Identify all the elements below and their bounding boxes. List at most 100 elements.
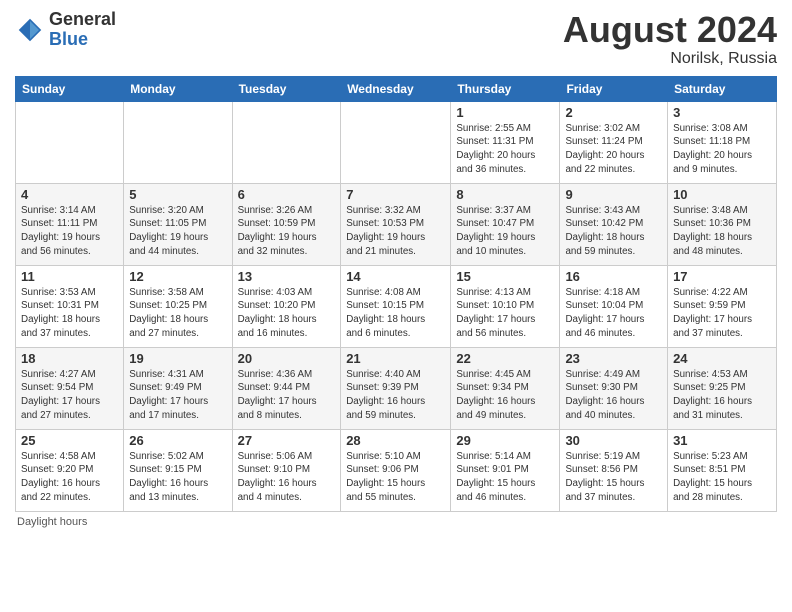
day-info: Sunrise: 3:32 AM Sunset: 10:53 PM Daylig…	[346, 204, 445, 259]
calendar-cell: 16 Sunrise: 4:18 AM Sunset: 10:04 PM Dayl…	[560, 265, 668, 347]
day-number: 13	[238, 269, 336, 284]
calendar-cell: 25 Sunrise: 4:58 AM Sunset: 9:20 PM Dayli…	[16, 429, 124, 511]
day-info: Sunrise: 4:40 AM Sunset: 9:39 PM Dayligh…	[346, 368, 445, 423]
day-info: Sunrise: 3:20 AM Sunset: 11:05 PM Daylig…	[129, 204, 226, 259]
logo: General Blue	[15, 10, 116, 50]
month-year: August 2024	[563, 10, 777, 50]
day-number: 2	[565, 105, 662, 120]
day-number: 14	[346, 269, 445, 284]
day-number: 25	[21, 433, 118, 448]
calendar-cell: 14 Sunrise: 4:08 AM Sunset: 10:15 PM Dayl…	[341, 265, 451, 347]
day-info: Sunrise: 3:08 AM Sunset: 11:18 PM Daylig…	[673, 122, 771, 177]
day-number: 26	[129, 433, 226, 448]
calendar-cell: 5 Sunrise: 3:20 AM Sunset: 11:05 PM Dayli…	[124, 183, 232, 265]
day-number: 5	[129, 187, 226, 202]
day-info: Sunrise: 4:08 AM Sunset: 10:15 PM Daylig…	[346, 286, 445, 341]
calendar-cell: 8 Sunrise: 3:37 AM Sunset: 10:47 PM Dayli…	[451, 183, 560, 265]
day-info: Sunrise: 3:43 AM Sunset: 10:42 PM Daylig…	[565, 204, 662, 259]
day-info: Sunrise: 4:49 AM Sunset: 9:30 PM Dayligh…	[565, 368, 662, 423]
day-info: Sunrise: 4:58 AM Sunset: 9:20 PM Dayligh…	[21, 450, 118, 505]
day-number: 24	[673, 351, 771, 366]
day-number: 9	[565, 187, 662, 202]
day-number: 8	[456, 187, 554, 202]
calendar-cell: 12 Sunrise: 3:58 AM Sunset: 10:25 PM Dayl…	[124, 265, 232, 347]
calendar-cell: 17Sunrise: 4:22 AM Sunset: 9:59 PM Dayli…	[668, 265, 777, 347]
logo-blue: Blue	[49, 30, 116, 50]
calendar-cell: 29Sunrise: 5:14 AM Sunset: 9:01 PM Dayli…	[451, 429, 560, 511]
day-info: Sunrise: 2:55 AM Sunset: 11:31 PM Daylig…	[456, 122, 554, 177]
location: Norilsk, Russia	[563, 50, 777, 68]
day-number: 7	[346, 187, 445, 202]
day-info: Sunrise: 5:02 AM Sunset: 9:15 PM Dayligh…	[129, 450, 226, 505]
day-number: 10	[673, 187, 771, 202]
day-info: Sunrise: 3:58 AM Sunset: 10:25 PM Daylig…	[129, 286, 226, 341]
calendar-cell: 30Sunrise: 5:19 AM Sunset: 8:56 PM Dayli…	[560, 429, 668, 511]
calendar-header-sunday: Sunday	[16, 76, 124, 101]
calendar-cell: 19 Sunrise: 4:31 AM Sunset: 9:49 PM Dayli…	[124, 347, 232, 429]
calendar-cell	[232, 101, 341, 183]
day-info: Sunrise: 5:06 AM Sunset: 9:10 PM Dayligh…	[238, 450, 336, 505]
calendar-cell: 7 Sunrise: 3:32 AM Sunset: 10:53 PM Dayli…	[341, 183, 451, 265]
calendar-week-row: 25 Sunrise: 4:58 AM Sunset: 9:20 PM Dayli…	[16, 429, 777, 511]
calendar-cell: 1Sunrise: 2:55 AM Sunset: 11:31 PM Dayli…	[451, 101, 560, 183]
calendar-cell: 2 Sunrise: 3:02 AM Sunset: 11:24 PM Dayli…	[560, 101, 668, 183]
day-number: 30	[565, 433, 662, 448]
calendar-cell: 15 Sunrise: 4:13 AM Sunset: 10:10 PM Dayl…	[451, 265, 560, 347]
calendar-cell: 23Sunrise: 4:49 AM Sunset: 9:30 PM Dayli…	[560, 347, 668, 429]
calendar-header-friday: Friday	[560, 76, 668, 101]
calendar-cell	[124, 101, 232, 183]
day-number: 22	[456, 351, 554, 366]
footer-note: Daylight hours	[15, 516, 777, 528]
day-number: 27	[238, 433, 336, 448]
calendar-header-thursday: Thursday	[451, 76, 560, 101]
day-info: Sunrise: 4:36 AM Sunset: 9:44 PM Dayligh…	[238, 368, 336, 423]
day-info: Sunrise: 3:02 AM Sunset: 11:24 PM Daylig…	[565, 122, 662, 177]
day-info: Sunrise: 5:23 AM Sunset: 8:51 PM Dayligh…	[673, 450, 771, 505]
title-block: August 2024 Norilsk, Russia	[563, 10, 777, 68]
logo-icon	[15, 15, 45, 45]
day-info: Sunrise: 3:48 AM Sunset: 10:36 PM Daylig…	[673, 204, 771, 259]
calendar-cell: 27 Sunrise: 5:06 AM Sunset: 9:10 PM Dayli…	[232, 429, 341, 511]
day-info: Sunrise: 3:37 AM Sunset: 10:47 PM Daylig…	[456, 204, 554, 259]
calendar-cell: 31 Sunrise: 5:23 AM Sunset: 8:51 PM Dayli…	[668, 429, 777, 511]
calendar-cell: 24 Sunrise: 4:53 AM Sunset: 9:25 PM Dayli…	[668, 347, 777, 429]
calendar-cell: 10 Sunrise: 3:48 AM Sunset: 10:36 PM Dayl…	[668, 183, 777, 265]
page-container: General Blue August 2024 Norilsk, Russia…	[0, 0, 792, 533]
calendar-header-wednesday: Wednesday	[341, 76, 451, 101]
day-number: 29	[456, 433, 554, 448]
day-info: Sunrise: 4:18 AM Sunset: 10:04 PM Daylig…	[565, 286, 662, 341]
calendar-header-row: SundayMondayTuesdayWednesdayThursdayFrid…	[16, 76, 777, 101]
day-number: 19	[129, 351, 226, 366]
day-number: 12	[129, 269, 226, 284]
day-info: Sunrise: 4:31 AM Sunset: 9:49 PM Dayligh…	[129, 368, 226, 423]
day-number: 3	[673, 105, 771, 120]
day-number: 21	[346, 351, 445, 366]
calendar-cell	[16, 101, 124, 183]
calendar-cell	[341, 101, 451, 183]
calendar-cell: 20 Sunrise: 4:36 AM Sunset: 9:44 PM Dayli…	[232, 347, 341, 429]
logo-general: General	[49, 10, 116, 30]
day-info: Sunrise: 4:27 AM Sunset: 9:54 PM Dayligh…	[21, 368, 118, 423]
day-info: Sunrise: 3:53 AM Sunset: 10:31 PM Daylig…	[21, 286, 118, 341]
calendar-header-tuesday: Tuesday	[232, 76, 341, 101]
logo-text: General Blue	[49, 10, 116, 50]
calendar-cell: 13Sunrise: 4:03 AM Sunset: 10:20 PM Dayl…	[232, 265, 341, 347]
day-info: Sunrise: 4:13 AM Sunset: 10:10 PM Daylig…	[456, 286, 554, 341]
day-info: Sunrise: 4:53 AM Sunset: 9:25 PM Dayligh…	[673, 368, 771, 423]
day-number: 31	[673, 433, 771, 448]
header: General Blue August 2024 Norilsk, Russia	[15, 10, 777, 68]
calendar-cell: 3 Sunrise: 3:08 AM Sunset: 11:18 PM Dayli…	[668, 101, 777, 183]
day-number: 20	[238, 351, 336, 366]
calendar-cell: 9 Sunrise: 3:43 AM Sunset: 10:42 PM Dayli…	[560, 183, 668, 265]
day-number: 11	[21, 269, 118, 284]
day-number: 16	[565, 269, 662, 284]
calendar-cell: 4 Sunrise: 3:14 AM Sunset: 11:11 PM Dayli…	[16, 183, 124, 265]
day-number: 18	[21, 351, 118, 366]
day-number: 15	[456, 269, 554, 284]
calendar-cell: 22Sunrise: 4:45 AM Sunset: 9:34 PM Dayli…	[451, 347, 560, 429]
calendar-cell: 18 Sunrise: 4:27 AM Sunset: 9:54 PM Dayli…	[16, 347, 124, 429]
calendar-cell: 28Sunrise: 5:10 AM Sunset: 9:06 PM Dayli…	[341, 429, 451, 511]
day-number: 4	[21, 187, 118, 202]
calendar-cell: 11 Sunrise: 3:53 AM Sunset: 10:31 PM Dayl…	[16, 265, 124, 347]
day-info: Sunrise: 3:14 AM Sunset: 11:11 PM Daylig…	[21, 204, 118, 259]
